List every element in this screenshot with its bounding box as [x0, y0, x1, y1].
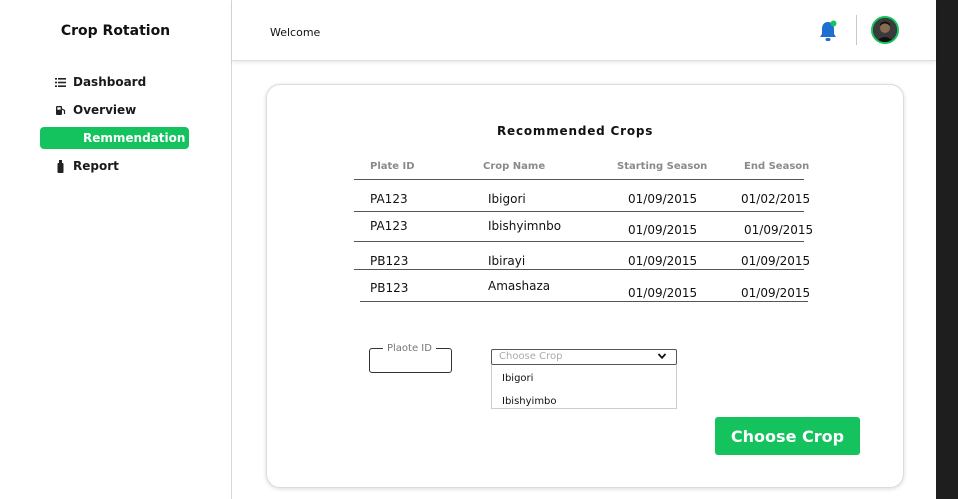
table-cell: PB123: [370, 254, 409, 268]
table-divider: [354, 269, 804, 270]
crop-option[interactable]: Ibigori: [502, 373, 533, 384]
table-cell: PA123: [370, 192, 408, 206]
table-cell: Amashaza: [488, 279, 551, 293]
plate-id-label: Plaote ID: [383, 343, 436, 354]
crop-select-placeholder: Choose Crop: [499, 351, 563, 362]
table-cell: PB123: [370, 281, 409, 295]
gas-station-icon: [56, 105, 66, 115]
brand-title: Crop Rotation: [60, 23, 171, 39]
table-cell: Ibigori: [488, 192, 526, 206]
user-photo-icon: [873, 18, 897, 42]
choose-crop-button[interactable]: Choose Crop: [715, 417, 860, 455]
crop-option[interactable]: Ibishyimbo: [502, 396, 557, 407]
column-header-plate-id: Plate ID: [370, 161, 415, 172]
bottle-icon: [57, 159, 64, 173]
top-bar: Welcome: [232, 0, 936, 61]
table-divider: [354, 241, 804, 242]
table-cell: Ibirayi: [488, 254, 526, 268]
table-cell: PA123: [370, 219, 408, 233]
table-cell: Ibishyimnbo: [488, 219, 562, 233]
table-cell: 01/02/2015: [741, 192, 811, 206]
table-divider: [354, 179, 804, 180]
table-cell: 01/09/2015: [628, 254, 698, 268]
sidebar-item-label: Report: [73, 159, 119, 173]
header-divider: [856, 15, 857, 45]
column-header-crop-name: Crop Name: [483, 161, 546, 172]
table-cell: 01/09/2015: [628, 192, 698, 206]
sidebar-item-overview[interactable]: Overview: [55, 103, 136, 117]
sidebar-item-label: Dashboard: [73, 75, 147, 89]
avatar[interactable]: [871, 16, 899, 44]
sidebar-item-label: Remmendation: [83, 131, 186, 145]
table-divider: [360, 301, 808, 302]
chevron-down-icon[interactable]: [657, 351, 667, 361]
table-cell: 01/09/2015: [741, 286, 811, 300]
column-header-end-season: End Season: [744, 161, 810, 172]
table-cell: 01/09/2015: [741, 254, 811, 268]
sidebar-item-recommendation[interactable]: Remmendation: [40, 127, 189, 149]
sidebar-item-dashboard[interactable]: Dashboard: [55, 75, 146, 89]
table-cell: 01/09/2015: [744, 223, 814, 237]
welcome-text: Welcome: [270, 26, 321, 39]
notification-dot: [830, 20, 837, 27]
card-title: Recommended Crops: [497, 124, 654, 138]
column-header-starting-season: Starting Season: [617, 161, 708, 172]
bell-icon[interactable]: [817, 19, 839, 43]
sidebar-item-report[interactable]: Report: [55, 159, 119, 173]
table-cell: 01/09/2015: [628, 223, 698, 237]
table-divider: [354, 211, 804, 212]
list-icon: [55, 77, 66, 87]
sidebar-item-label: Overview: [73, 103, 137, 117]
table-cell: 01/09/2015: [628, 286, 698, 300]
